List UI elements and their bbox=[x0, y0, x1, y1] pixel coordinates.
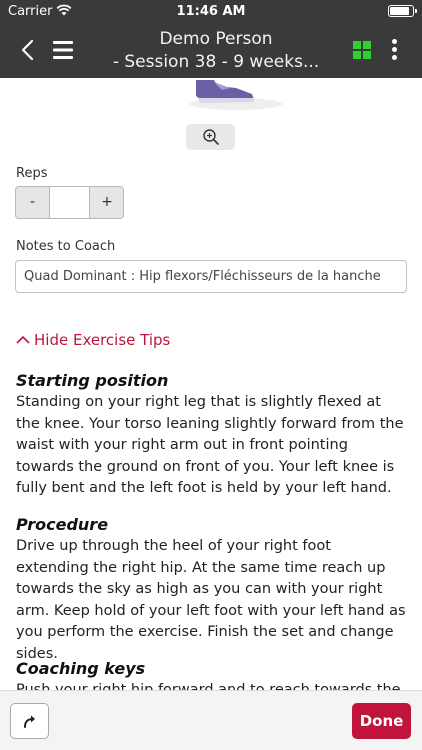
notes-input[interactable]: Quad Dominant : Hip flexors/Fléchisseurs… bbox=[15, 260, 407, 293]
zoom-button[interactable] bbox=[186, 124, 235, 150]
tip-body: Drive up through the heel of your right … bbox=[16, 538, 406, 662]
page-title: Demo Person - Session 38 - 9 weeks... bbox=[90, 28, 342, 74]
tip-procedure: Procedure Drive up through the heel of y… bbox=[16, 514, 408, 666]
tip-coaching-keys: Coaching keys Push your right hip forwar… bbox=[16, 658, 408, 690]
bottom-toolbar: Done bbox=[0, 690, 422, 750]
redo-button[interactable] bbox=[10, 703, 49, 739]
tip-body: Push your right hip forward and to reach… bbox=[16, 682, 401, 690]
title-person-name: Demo Person bbox=[159, 29, 273, 49]
navigation-bar: Demo Person - Session 38 - 9 weeks... bbox=[0, 22, 422, 78]
reps-stepper: - + bbox=[15, 186, 124, 219]
tip-body: Standing on your right leg that is sligh… bbox=[16, 394, 404, 497]
grid-icon[interactable] bbox=[353, 41, 371, 59]
tip-heading: Starting position bbox=[16, 371, 169, 390]
battery-icon bbox=[388, 5, 417, 17]
notes-label: Notes to Coach bbox=[16, 239, 116, 254]
reps-input[interactable] bbox=[49, 187, 90, 218]
tip-heading: Coaching keys bbox=[16, 659, 146, 678]
exercise-image bbox=[190, 80, 282, 110]
status-time: 11:46 AM bbox=[176, 4, 246, 19]
done-button[interactable]: Done bbox=[352, 703, 411, 739]
hide-exercise-tips-link[interactable]: Hide Exercise Tips bbox=[16, 330, 170, 350]
status-bar: Carrier 11:46 AM bbox=[0, 0, 422, 22]
back-icon[interactable] bbox=[18, 38, 40, 62]
menu-icon[interactable] bbox=[52, 40, 74, 60]
reps-increment-button[interactable]: + bbox=[90, 187, 123, 218]
exercise-detail: Reps - + Notes to Coach Quad Dominant : … bbox=[0, 78, 422, 690]
reps-label: Reps bbox=[16, 166, 48, 181]
reps-decrement-button[interactable]: - bbox=[16, 187, 49, 218]
zoom-icon bbox=[203, 129, 219, 145]
redo-icon bbox=[24, 715, 35, 728]
tip-heading: Procedure bbox=[16, 515, 109, 534]
chevron-up-icon bbox=[16, 335, 30, 344]
hide-exercise-tips-label: Hide Exercise Tips bbox=[34, 331, 171, 349]
more-icon[interactable] bbox=[392, 39, 398, 61]
title-session: - Session 38 - 9 weeks... bbox=[112, 52, 320, 72]
tip-starting-position: Starting position Standing on your right… bbox=[16, 370, 408, 500]
